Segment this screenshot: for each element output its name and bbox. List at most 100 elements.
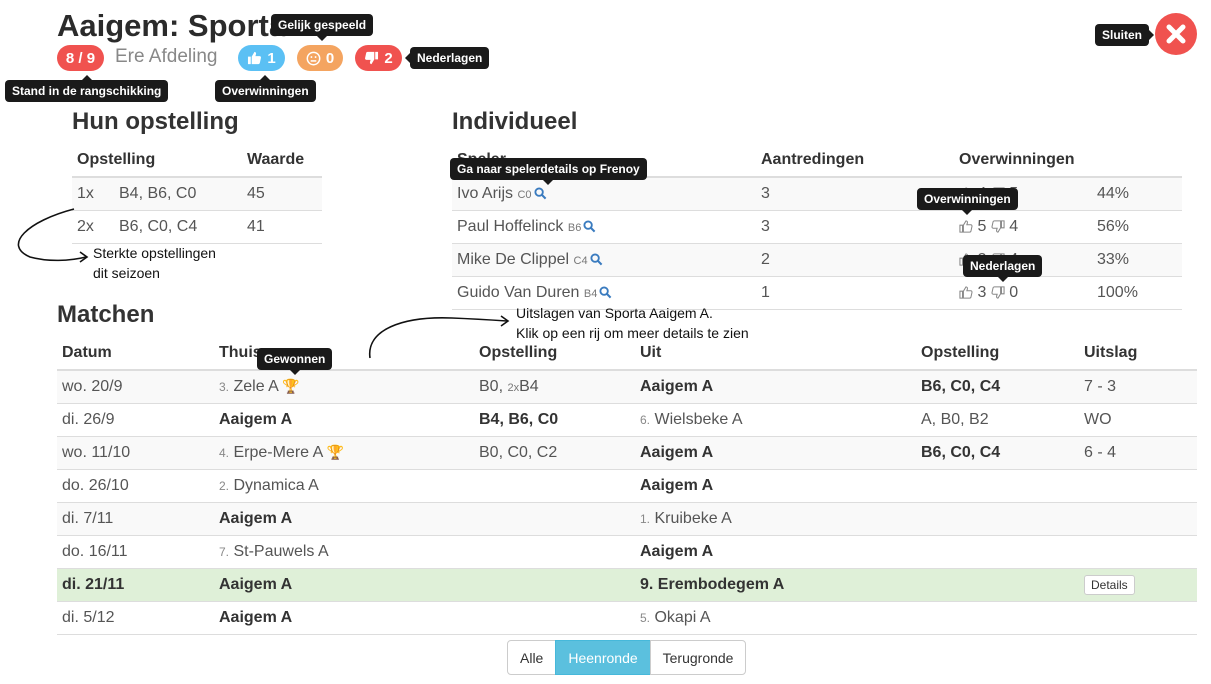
filter-all-button[interactable]: Alle: [507, 640, 557, 675]
filter-second-round-button[interactable]: Terugronde: [649, 640, 747, 675]
match-row[interactable]: wo. 20/9 3. Zele A 🏆 B0, 2xB4 Aaigem A B…: [57, 370, 1197, 404]
match-result: 7 - 3: [1079, 370, 1197, 404]
match-away: 9. Erembodegem A: [635, 568, 916, 602]
match-home-lineup: [474, 568, 635, 602]
player-name: Guido Van Duren: [457, 283, 580, 301]
match-result: WO: [1079, 403, 1197, 437]
match-home-lineup: [474, 502, 635, 536]
match-row[interactable]: do. 16/11 7. St-Pauwels A Aaigem A: [57, 535, 1197, 569]
trophy-icon: 🏆: [282, 377, 300, 394]
match-home: 2. Dynamica A: [214, 469, 474, 503]
match-row[interactable]: di. 5/12 Aaigem A 5. Okapi A: [57, 601, 1197, 635]
match-row[interactable]: do. 26/10 2. Dynamica A Aaigem A: [57, 469, 1197, 503]
lineup-players: B6, C0, C4: [114, 210, 242, 244]
match-row-current[interactable]: di. 21/11 Aaigem A 9. Erembodegem A Deta…: [57, 568, 1197, 602]
match-home-lineup: B0, C0, C2: [474, 436, 635, 470]
lineups-heading: Hun opstelling: [72, 108, 239, 135]
match-result: Details: [1079, 568, 1197, 602]
individual-heading: Individueel: [452, 108, 578, 135]
col-appearances: Aantredingen: [756, 143, 954, 178]
match-away-lineup: B6, C0, C4: [916, 436, 1079, 470]
match-home: 7. St-Pauwels A: [214, 535, 474, 569]
player-name: Mike De Clippel: [457, 250, 570, 268]
lineup-value: 41: [242, 210, 322, 244]
match-date: di. 26/9: [57, 403, 214, 437]
player-ranking: C4: [573, 254, 588, 267]
player-ranking: B6: [567, 221, 582, 234]
match-home-lineup: [474, 535, 635, 569]
player-appearances: 2: [756, 243, 954, 277]
match-away: Aaigem A: [635, 436, 916, 470]
match-away: 1. Kruibeke A: [635, 502, 916, 536]
search-icon[interactable]: [599, 286, 612, 299]
player-pct: 100%: [1092, 276, 1182, 310]
match-away: Aaigem A: [635, 370, 916, 404]
division-label: Ere Afdeling: [115, 46, 218, 67]
thumbs-up-outline-icon: [959, 220, 973, 233]
match-date: di. 21/11: [57, 568, 214, 602]
match-date: wo. 20/9: [57, 370, 214, 404]
trophy-icon: 🏆: [326, 443, 345, 460]
col-date: Datum: [57, 336, 214, 371]
player-appearances: 3: [756, 210, 954, 244]
match-date: di. 5/12: [57, 601, 214, 635]
lineup-players: B4, B6, C0: [114, 177, 242, 211]
match-home: 3. Zele A 🏆: [214, 370, 474, 404]
col-pct: [1092, 143, 1182, 178]
match-away: 5. Okapi A: [635, 601, 916, 635]
match-home-lineup: B4, B6, C0: [474, 403, 635, 437]
losses-tooltip: Nederlagen: [404, 47, 490, 69]
rank-tooltip: Stand in de rangschikking: [5, 75, 169, 102]
player-name: Paul Hoffelinck: [457, 217, 564, 235]
match-away: 6. Wielsbeke A: [635, 403, 916, 437]
search-icon[interactable]: [583, 220, 596, 233]
match-home-lineup: B0, 2xB4: [474, 370, 635, 404]
match-away-lineup: [916, 502, 1079, 536]
filter-first-round-button[interactable]: Heenronde: [555, 640, 651, 675]
wins-tooltip: Overwinningen: [215, 75, 316, 102]
match-row[interactable]: di. 26/9 Aaigem A B4, B6, C0 6. Wielsbek…: [57, 403, 1197, 437]
match-date: do. 26/10: [57, 469, 214, 503]
matches-table: Datum Thuis Opstelling Uit Opstelling Ui…: [57, 336, 1197, 635]
col-away-lineup: Opstelling: [916, 336, 1079, 371]
wins-badge: 1: [238, 45, 285, 71]
match-result: [1079, 535, 1197, 569]
draws-badge: 0: [297, 45, 343, 71]
match-row[interactable]: di. 7/11 Aaigem A 1. Kruibeke A: [57, 502, 1197, 536]
match-away: Aaigem A: [635, 535, 916, 569]
match-home: Aaigem A: [214, 502, 474, 536]
close-button[interactable]: [1155, 13, 1197, 55]
col-wins: Overwinningen: [954, 143, 1092, 178]
search-icon[interactable]: [590, 253, 603, 266]
match-away-lineup: [916, 568, 1079, 602]
col-result: Uitslag: [1079, 336, 1197, 371]
lineups-annotation-line2: dit seizoen: [93, 265, 160, 281]
match-result: [1079, 469, 1197, 503]
player-name: Ivo Arijs: [457, 184, 514, 202]
col-away: Uit: [635, 336, 916, 371]
player-row[interactable]: Paul Hoffelinck B6 3 5 4 56%: [452, 210, 1182, 244]
player-details-tooltip: Ga naar spelerdetails op Frenoy: [450, 158, 647, 185]
details-button[interactable]: Details: [1084, 574, 1135, 595]
col-home-lineup: Opstelling: [474, 336, 635, 371]
player-ranking: C0: [517, 188, 532, 201]
player-row[interactable]: Ivo Arijs C0 3 4 5 44%: [452, 177, 1182, 211]
wins-count: 1: [267, 49, 276, 67]
lineup-row: 2x B6, C0, C4 41: [72, 210, 322, 244]
close-icon: [1166, 24, 1186, 44]
col-lineup: Opstelling: [72, 143, 242, 178]
player-pct: 33%: [1092, 243, 1182, 277]
match-away-lineup: [916, 469, 1079, 503]
player-cell: Mike De Clippel C4: [452, 243, 756, 277]
thumbs-down-outline-icon: [991, 286, 1005, 299]
neutral-face-icon: [306, 51, 321, 65]
player-pct: 44%: [1092, 177, 1182, 211]
matches-heading: Matchen: [57, 301, 155, 328]
match-date: wo. 11/10: [57, 436, 214, 470]
lineups-table: Opstelling Waarde 1x B4, B6, C0 45 2x B6…: [72, 143, 322, 244]
match-home-lineup: [474, 601, 635, 635]
individual-wins-tooltip: Overwinningen: [917, 188, 1018, 215]
close-tooltip: Sluiten: [1095, 24, 1155, 46]
match-row[interactable]: wo. 11/10 4. Erpe-Mere A 🏆 B0, C0, C2 Aa…: [57, 436, 1197, 470]
player-row[interactable]: Mike De Clippel C4 2 2 4 33%: [452, 243, 1182, 277]
